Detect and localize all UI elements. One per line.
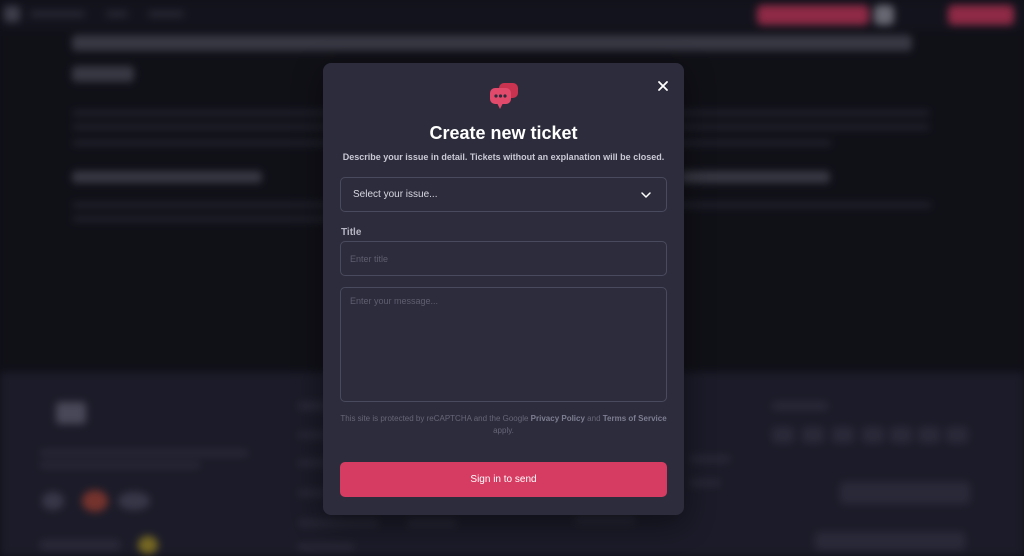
title-label: Title: [341, 227, 362, 238]
issue-select-value: Select your issue...: [353, 189, 438, 200]
privacy-policy-link[interactable]: Privacy Policy: [531, 414, 585, 423]
create-ticket-modal: Create new ticket Describe your issue in…: [323, 63, 684, 515]
close-button[interactable]: [654, 77, 672, 95]
terms-of-service-link[interactable]: Terms of Service: [603, 414, 667, 423]
modal-subtitle: Describe your issue in detail. Tickets w…: [342, 152, 665, 162]
message-input[interactable]: [340, 287, 667, 402]
sign-in-to-send-button[interactable]: Sign in to send: [340, 462, 667, 497]
modal-title: Create new ticket: [429, 123, 578, 143]
chevron-down-icon: [641, 192, 651, 198]
recaptcha-notice: This site is protected by reCAPTCHA and …: [340, 414, 667, 435]
title-input[interactable]: [340, 241, 667, 276]
issue-select[interactable]: Select your issue...: [340, 177, 667, 212]
chat-bubbles-icon: [490, 83, 518, 109]
close-icon: [658, 81, 668, 91]
